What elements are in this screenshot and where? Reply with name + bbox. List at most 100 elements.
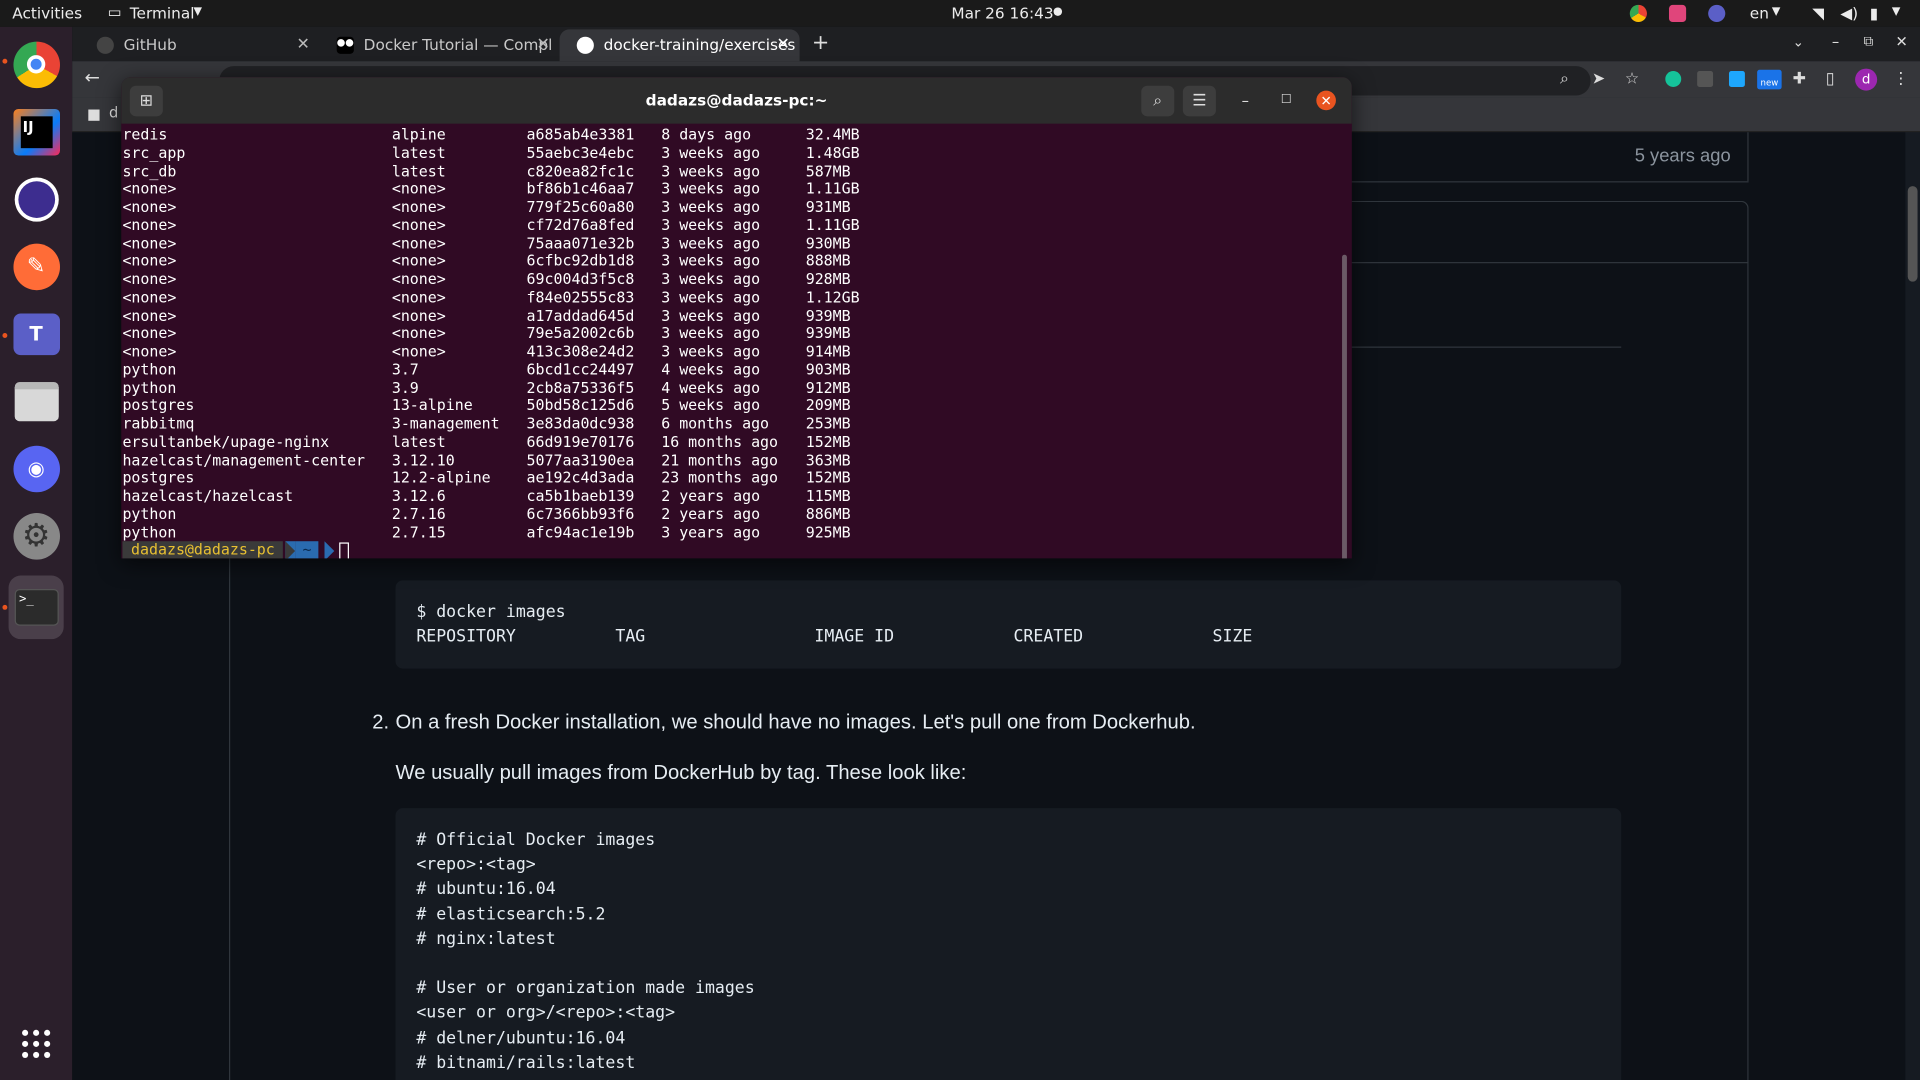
- image-tag: <none>: [391, 216, 446, 234]
- bookmark-folder[interactable]: d: [109, 104, 118, 121]
- image-id: 3e83da0dc938: [526, 415, 635, 433]
- zoom-icon[interactable]: ⌕: [1560, 70, 1569, 88]
- tab-label: Docker Tutorial — Compl: [363, 35, 553, 54]
- terminal-row: postgres 12.2-alpine ae192c4d3ada 23 months…: [122, 469, 1339, 487]
- close-icon[interactable]: ✕: [1316, 90, 1336, 111]
- kebab-menu-icon[interactable]: ⋮: [1893, 70, 1909, 88]
- image-size: 209MB: [805, 397, 851, 415]
- activities-button[interactable]: Activities: [12, 4, 82, 22]
- eclipse-dock-icon[interactable]: [9, 171, 64, 226]
- image-size: 115MB: [805, 487, 851, 505]
- image-repo: <none>: [122, 270, 177, 288]
- terminal-row: <none> <none> 75aaa071e32b 3 weeks ago 930MB: [122, 234, 1339, 252]
- grammarly-extension-icon[interactable]: [1665, 71, 1682, 87]
- image-tag: 2.7.15: [391, 523, 446, 541]
- terminal-window[interactable]: ⊞ dadazs@dadazs-pc:~ ⌕ ☰ – ☐ ✕ redis alpi…: [121, 77, 1352, 559]
- image-id: ae192c4d3ada: [526, 469, 635, 487]
- discord-dock-icon[interactable]: ◉: [9, 441, 64, 496]
- terminal-app-icon: ▭: [107, 3, 122, 21]
- close-window-icon[interactable]: ✕: [1896, 33, 1908, 50]
- image-repo: python: [122, 505, 177, 523]
- puzzle-extensions-icon[interactable]: ✚: [1793, 70, 1806, 88]
- extension-icon[interactable]: [1728, 71, 1745, 87]
- teams-dock-icon[interactable]: T: [9, 306, 64, 361]
- image-size: 931MB: [805, 198, 851, 216]
- chrome-tray-icon[interactable]: [1629, 4, 1647, 23]
- terminal-output[interactable]: redis alpine a685ab4e3381 8 days ago 32.4MB s…: [122, 126, 1339, 559]
- minimize-icon[interactable]: –: [1242, 92, 1249, 109]
- image-created: 3 years ago: [661, 523, 761, 541]
- volume-icon[interactable]: ◀): [1840, 4, 1858, 22]
- new-extension-badge[interactable]: new: [1757, 69, 1782, 90]
- running-indicator: [2, 604, 8, 610]
- wifi-icon[interactable]: ◥: [1812, 4, 1824, 22]
- postman-dock-icon[interactable]: ✎: [9, 239, 64, 294]
- maximize-icon[interactable]: ☐: [1281, 93, 1292, 106]
- intellij-dock-icon[interactable]: IJ: [9, 104, 64, 159]
- image-id: c820ea82fc1c: [526, 162, 635, 180]
- image-id: 6c7366bb93f6: [526, 505, 635, 523]
- tab-github[interactable]: GitHub ✕: [80, 29, 320, 61]
- image-id: cf72d76a8fed: [526, 216, 635, 234]
- image-repo: ersultanbek/upage-nginx: [122, 433, 330, 451]
- page-scrollbar-thumb[interactable]: [1907, 186, 1918, 282]
- image-created: 2 years ago: [661, 505, 761, 523]
- send-icon[interactable]: ➤: [1592, 70, 1605, 88]
- image-tag: <none>: [391, 324, 446, 342]
- terminal-row: python 2.7.16 6c7366bb93f6 2 years ago 886MB: [122, 505, 1339, 523]
- minimize-window-icon[interactable]: –: [1832, 33, 1839, 50]
- running-indicator: [2, 58, 8, 64]
- profile-avatar[interactable]: d: [1855, 68, 1878, 91]
- new-tab-button[interactable]: +: [812, 31, 829, 55]
- image-repo: postgres: [122, 397, 195, 415]
- terminal-scrollbar[interactable]: [1342, 254, 1347, 559]
- search-icon[interactable]: ⌕: [1141, 85, 1175, 117]
- tab-docker-tutorial[interactable]: ●● Docker Tutorial — Compl ✕: [320, 29, 560, 61]
- image-tag: <none>: [391, 198, 446, 216]
- image-id: bf86b1c46aa7: [526, 180, 635, 198]
- terminal-row: python 3.9 2cb8a75336f5 4 weeks ago 912MB: [122, 379, 1339, 397]
- close-tab-icon[interactable]: ✕: [536, 36, 549, 54]
- app-tray-icon[interactable]: [1668, 4, 1687, 23]
- show-apps-grid-icon[interactable]: [9, 1016, 64, 1071]
- language-indicator[interactable]: en: [1750, 4, 1769, 22]
- image-created: 21 months ago: [661, 451, 779, 469]
- restore-window-icon[interactable]: ⧉: [1864, 33, 1874, 50]
- close-tab-icon[interactable]: ✕: [776, 36, 789, 54]
- settings-dock-icon[interactable]: ⚙: [9, 508, 64, 563]
- files-dock-icon[interactable]: [9, 373, 64, 428]
- image-repo: src_app: [122, 144, 186, 162]
- image-size: 939MB: [805, 306, 851, 324]
- clock[interactable]: Mar 26 16:43: [951, 4, 1053, 22]
- image-size: 253MB: [805, 415, 851, 433]
- tab-docker-training[interactable]: docker-training/exercises ✕: [559, 29, 800, 62]
- tab-search-chevron-icon[interactable]: ⌄: [1793, 34, 1804, 50]
- image-tag: <none>: [391, 252, 446, 270]
- app-menu[interactable]: Terminal: [130, 4, 195, 22]
- image-id: 413c308e24d2: [526, 342, 635, 360]
- github-icon: [576, 36, 594, 54]
- terminal-dock-icon[interactable]: >_: [8, 575, 64, 640]
- terminal-row: <none> <none> f84e02555c83 3 weeks ago 1.12G…: [122, 289, 1339, 307]
- terminal-titlebar[interactable]: ⊞ dadazs@dadazs-pc:~ ⌕ ☰ – ☐ ✕: [121, 77, 1352, 124]
- image-size: 152MB: [805, 469, 851, 487]
- star-icon[interactable]: ☆: [1625, 70, 1639, 88]
- image-size: 930MB: [805, 234, 851, 252]
- chrome-dock-icon[interactable]: [9, 37, 64, 92]
- image-created: 8 days ago: [661, 126, 752, 144]
- image-id: f84e02555c83: [526, 288, 635, 306]
- top-bar: Activities ▭ Terminal ▼ Mar 26 16:43 ● e…: [0, 0, 1920, 27]
- back-arrow-icon[interactable]: ←: [84, 66, 99, 88]
- hamburger-menu-icon[interactable]: ☰: [1182, 85, 1216, 117]
- shell-prompt[interactable]: dadazs@dadazs-pc ~: [122, 541, 1339, 559]
- image-created: 4 weeks ago: [661, 360, 761, 379]
- teams-tray-icon[interactable]: [1708, 4, 1726, 23]
- chevron-down-icon: ▼: [193, 6, 202, 19]
- battery-icon[interactable]: ▮: [1870, 4, 1878, 22]
- tab-label: GitHub: [123, 35, 177, 54]
- extension-icon[interactable]: [1697, 71, 1714, 87]
- terminal-row: postgres 13-alpine 50bd58c125d6 5 weeks ago…: [122, 397, 1339, 415]
- image-size: 363MB: [805, 451, 851, 469]
- close-tab-icon[interactable]: ✕: [296, 36, 309, 54]
- side-panel-icon[interactable]: ▯: [1826, 70, 1835, 88]
